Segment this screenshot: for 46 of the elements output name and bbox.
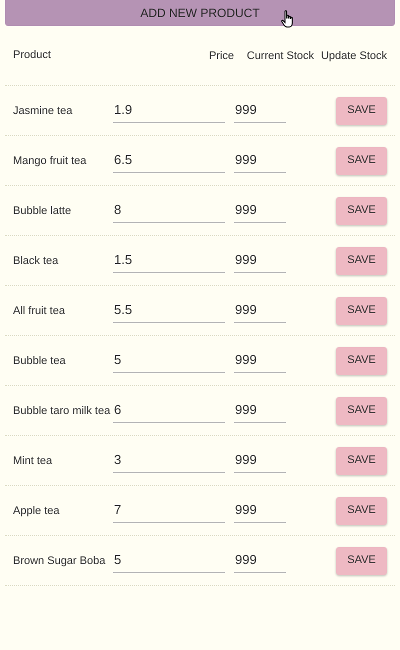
product-name: All fruit tea	[13, 304, 66, 318]
stock-field[interactable]: 999	[234, 98, 286, 123]
hand-cursor-icon	[281, 10, 295, 28]
product-name: Mango fruit tea	[13, 154, 88, 168]
stock-field[interactable]: 999	[234, 198, 286, 223]
save-button[interactable]: SAVE	[336, 346, 387, 374]
stock-field[interactable]: 999	[234, 298, 286, 323]
price-field[interactable]: 5	[113, 348, 225, 373]
save-button[interactable]: SAVE	[336, 496, 387, 524]
save-button[interactable]: SAVE	[336, 96, 387, 124]
save-button[interactable]: SAVE	[336, 546, 387, 574]
stock-field[interactable]: 999	[234, 448, 286, 473]
price-field[interactable]: 5	[113, 548, 225, 573]
stock-field[interactable]: 999	[234, 498, 286, 523]
product-name: Bubble tea	[13, 354, 67, 368]
product-name: Jasmine tea	[13, 104, 74, 118]
save-button[interactable]: SAVE	[336, 246, 387, 274]
save-button[interactable]: SAVE	[336, 396, 387, 424]
save-button[interactable]: SAVE	[336, 446, 387, 474]
product-name: Brown Sugar Boba	[13, 554, 106, 568]
price-field[interactable]: 1.9	[113, 98, 225, 123]
price-field[interactable]: 6.5	[113, 148, 225, 173]
price-field[interactable]: 5.5	[113, 298, 225, 323]
stock-field[interactable]: 999	[234, 248, 286, 273]
price-field[interactable]: 3	[113, 448, 225, 473]
column-header: Product	[13, 48, 52, 64]
column-header: Update Stock	[320, 48, 387, 64]
stock-field[interactable]: 999	[234, 148, 286, 173]
stock-field[interactable]: 999	[234, 348, 286, 373]
add-product-button[interactable]: ADD NEW PRODUCT	[5, 0, 395, 26]
product-name: Mint tea	[13, 454, 54, 468]
product-name: Apple tea	[13, 504, 60, 518]
column-header: Current Stock	[246, 48, 314, 64]
stock-field[interactable]: 999	[234, 398, 286, 423]
price-field[interactable]: 7	[113, 498, 225, 523]
save-button[interactable]: SAVE	[336, 296, 387, 324]
stock-field[interactable]: 999	[234, 548, 286, 573]
product-name: Bubble latte	[13, 204, 72, 218]
save-button[interactable]: SAVE	[336, 196, 387, 224]
product-name: Black tea	[13, 254, 60, 268]
product-name: Bubble taro milk tea	[13, 404, 112, 418]
column-header: Price	[208, 48, 234, 64]
save-button[interactable]: SAVE	[336, 146, 387, 174]
price-field[interactable]: 1.5	[113, 248, 225, 273]
price-field[interactable]: 8	[113, 198, 225, 223]
price-field[interactable]: 6	[113, 398, 225, 423]
